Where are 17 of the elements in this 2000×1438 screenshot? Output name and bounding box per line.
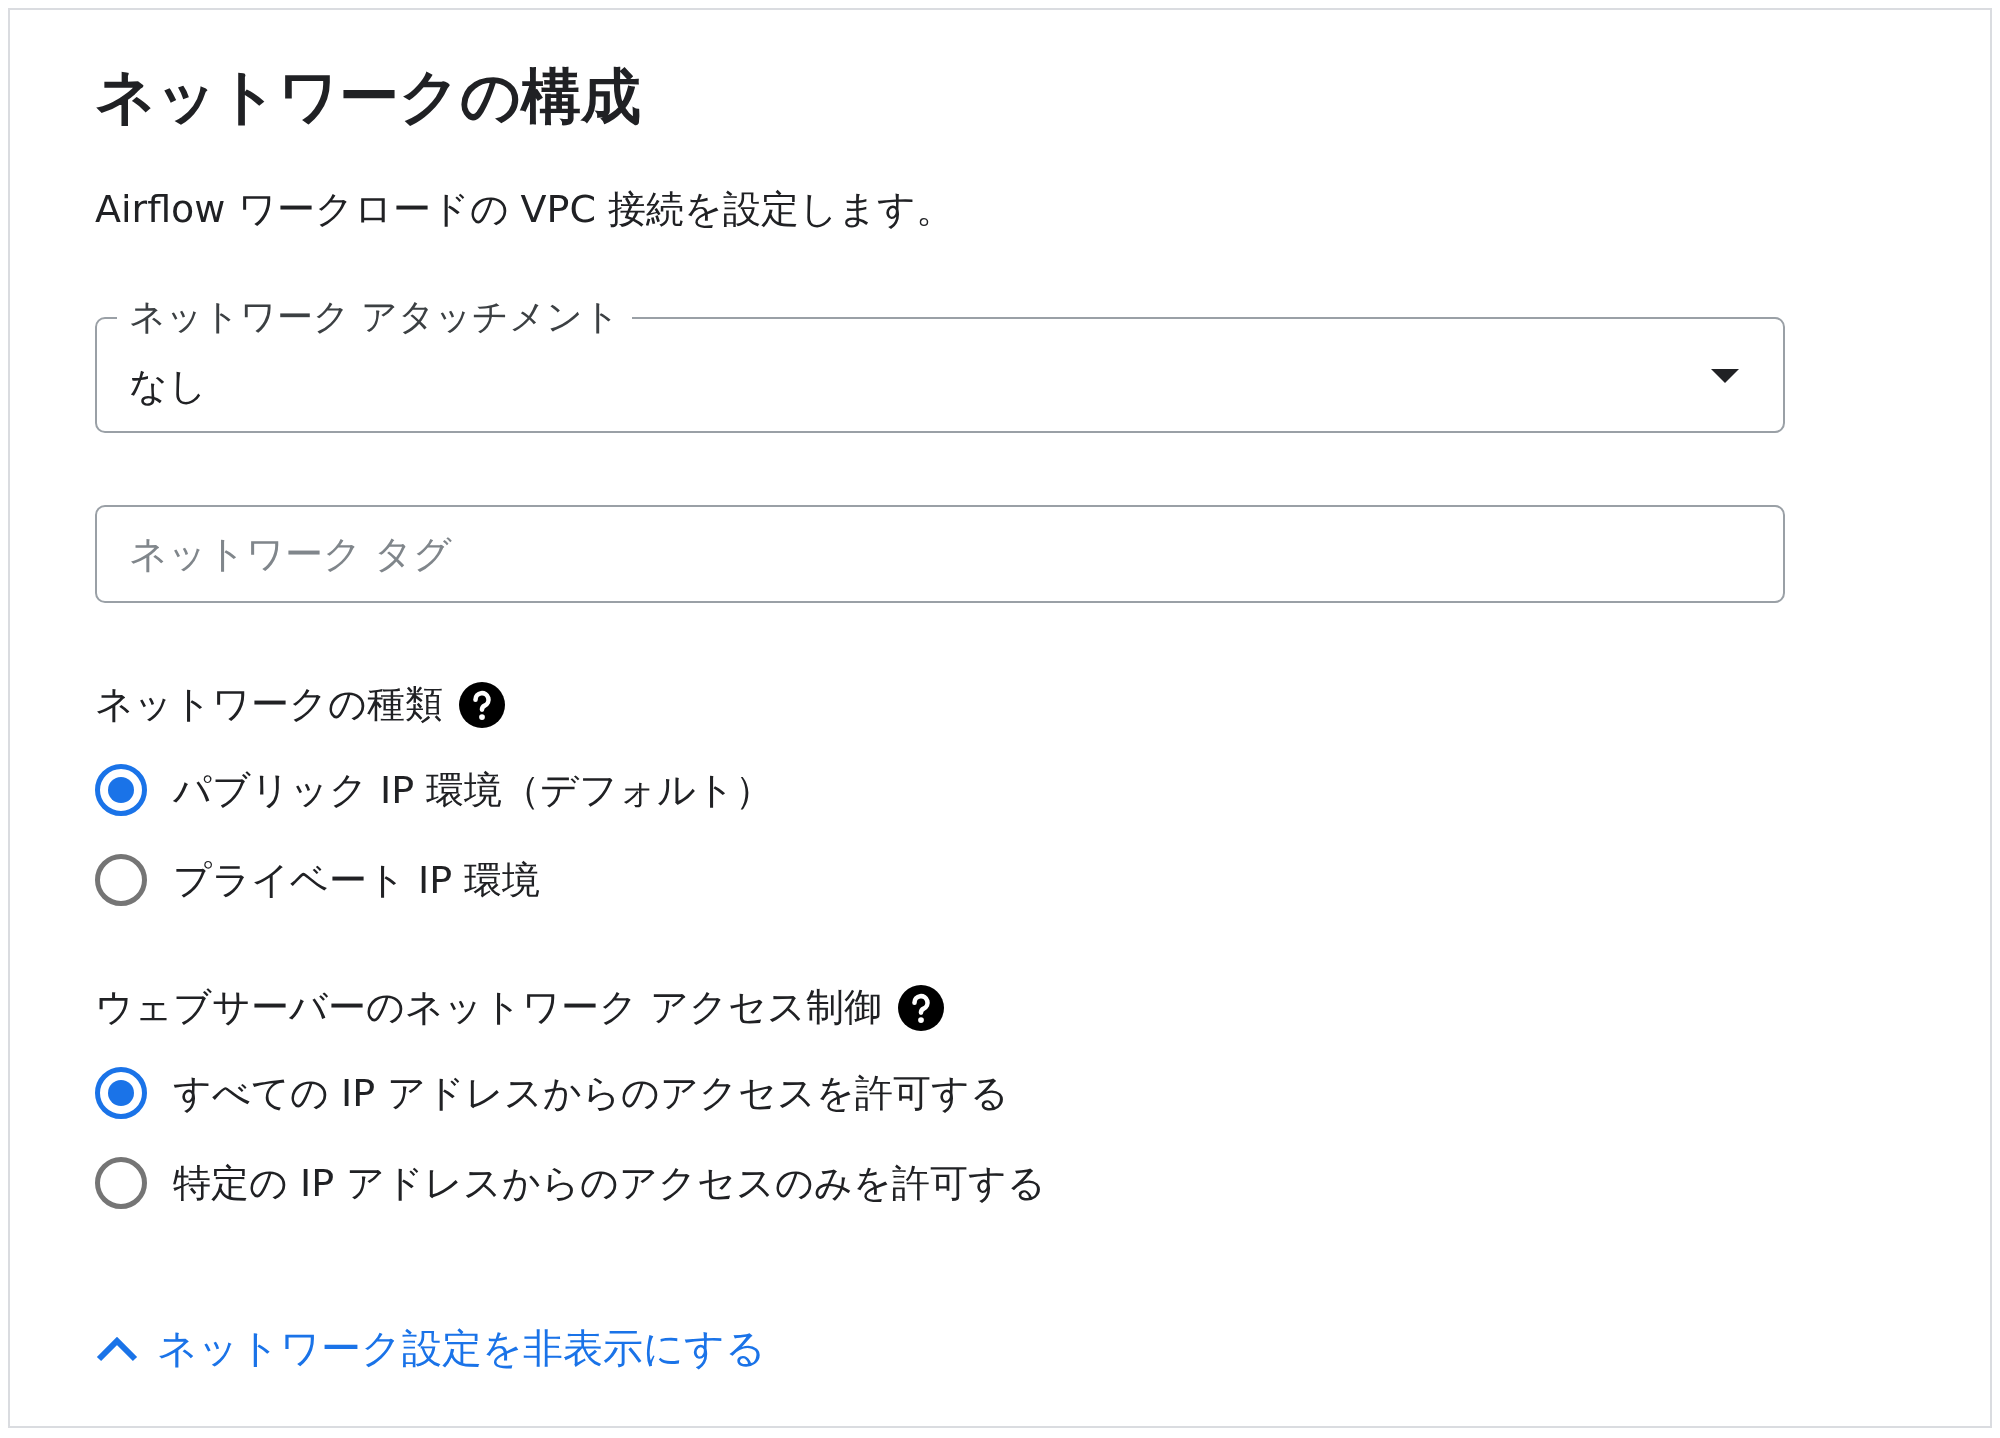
radio-button[interactable] (95, 1067, 147, 1119)
caret-icon (1711, 369, 1739, 383)
group-label: ウェブサーバーのネットワーク アクセス制御 (95, 984, 883, 1031)
radio-button[interactable] (95, 854, 147, 906)
description: Airflow ワークロードの VPC 接続を設定します。 (95, 186, 956, 233)
radio-label[interactable]: プライベート IP 環境 (173, 854, 541, 906)
section-title: ネットワークの構成 (95, 60, 642, 132)
help-icon[interactable] (459, 681, 505, 728)
radio-button[interactable] (95, 1157, 147, 1209)
radio-label[interactable]: 特定の IP アドレスからのアクセスのみを許可する (173, 1157, 1047, 1209)
group-label: ネットワークの種類 (95, 681, 443, 728)
radio-button[interactable] (95, 764, 147, 816)
help-icon[interactable] (898, 984, 945, 1031)
input-field[interactable]: ネットワーク タグ (95, 505, 1785, 603)
toggle-link[interactable]: ネットワーク設定を非表示にする (95, 1321, 766, 1376)
radio-label[interactable]: パブリック IP 環境（デフォルト） (173, 764, 774, 816)
radio-label[interactable]: すべての IP アドレスからのアクセスを許可する (173, 1067, 1010, 1119)
